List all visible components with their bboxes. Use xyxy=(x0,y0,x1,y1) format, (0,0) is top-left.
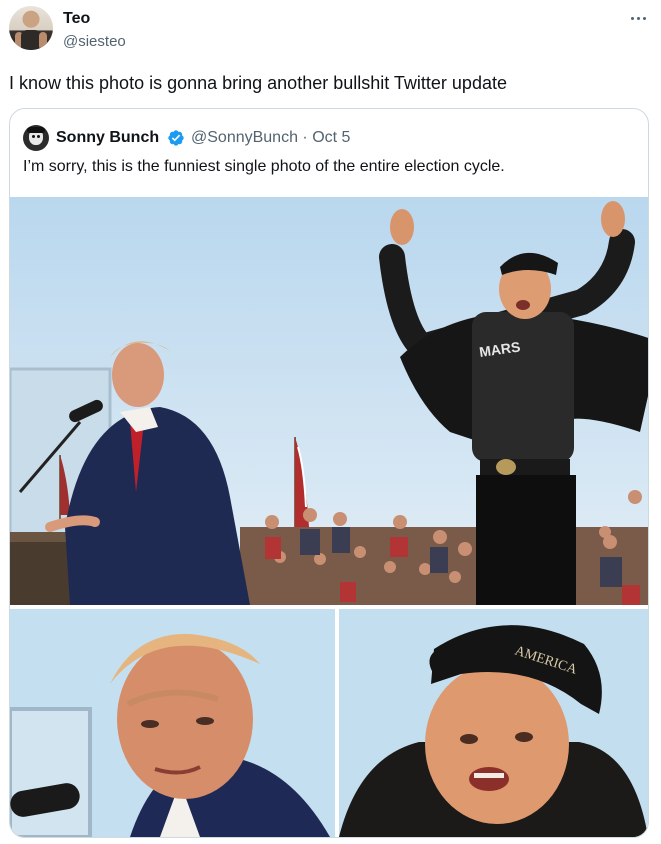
more-horizontal-icon-dot xyxy=(642,16,646,20)
tweet: Teo @siesteo I know this photo is gonna … xyxy=(0,0,661,844)
avatar-hat xyxy=(27,127,45,133)
quoted-author-name[interactable]: Sonny Bunch xyxy=(56,128,159,148)
avatar-eye xyxy=(37,135,40,138)
avatar-eye xyxy=(32,135,35,138)
quoted-tweet-text: I’m sorry, this is the funniest single p… xyxy=(23,158,505,175)
more-horizontal-icon xyxy=(630,16,634,20)
quoted-author-handle-date[interactable]: @SonnyBunch · Oct 5 xyxy=(191,128,350,148)
author-handle[interactable]: @siesteo xyxy=(63,32,126,52)
author-display-name[interactable]: Teo xyxy=(63,9,90,29)
quoted-author-avatar[interactable] xyxy=(23,125,49,151)
rally-photo-closeup-right-illustration: AMERICA xyxy=(339,609,648,837)
rally-photo-main[interactable]: MARS xyxy=(10,197,648,605)
rally-photo-closeup-left-illustration xyxy=(10,609,335,837)
more-horizontal-icon-dot xyxy=(636,16,640,20)
more-options-button[interactable] xyxy=(624,8,652,28)
tweet-text: I know this photo is gonna bring another… xyxy=(9,73,507,93)
rally-photo-main-illustration: MARS xyxy=(10,197,648,605)
quoted-tweet-card[interactable]: Sonny Bunch @SonnyBunch · Oct 5 I’m sorr… xyxy=(9,108,649,838)
avatar-torso xyxy=(21,30,41,50)
rally-photo-closeup-right[interactable]: AMERICA xyxy=(339,609,648,837)
author-avatar[interactable] xyxy=(9,6,53,50)
avatar-arm-right xyxy=(39,32,47,50)
rally-photo-closeup-left[interactable] xyxy=(10,609,335,837)
verified-badge-icon xyxy=(168,130,184,146)
